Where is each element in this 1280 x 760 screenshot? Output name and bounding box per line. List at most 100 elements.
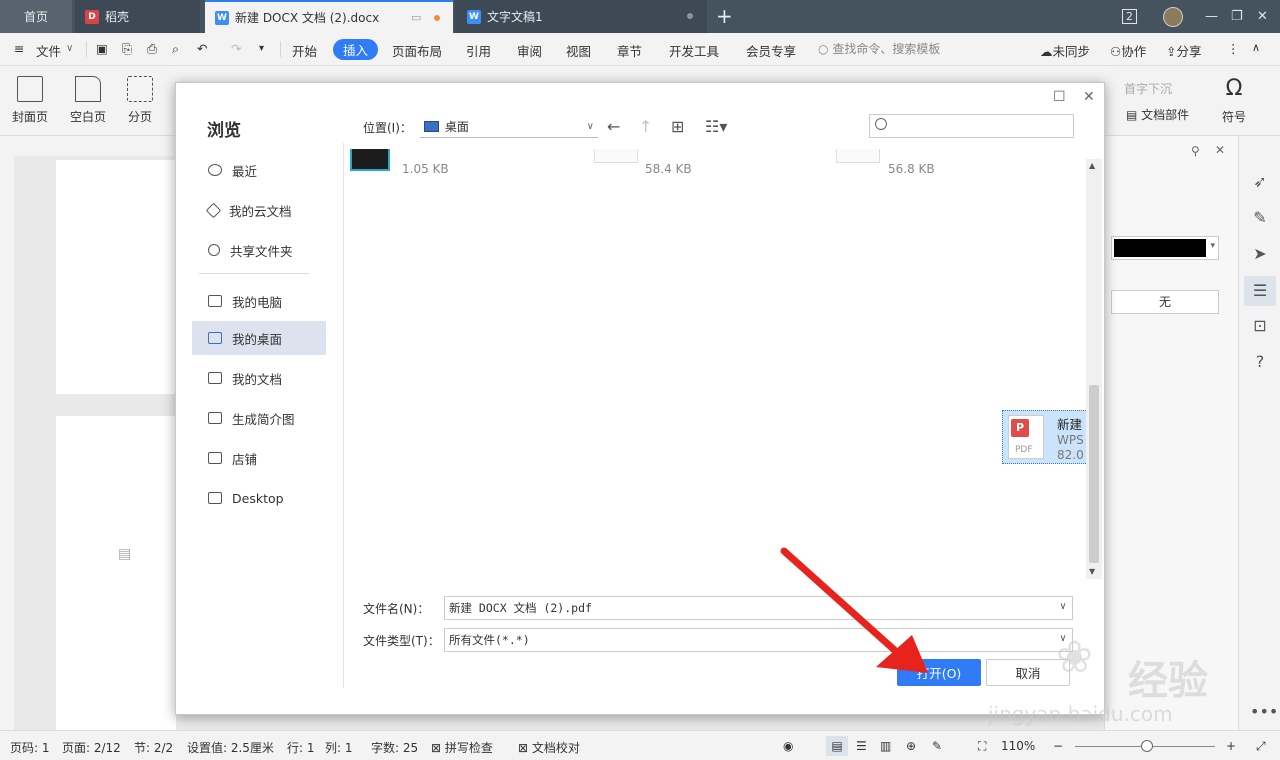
drop-cap-button[interactable]: 首字下沉 (1124, 80, 1172, 97)
hamburger-icon[interactable]: ≡ (14, 41, 24, 56)
more-icon[interactable]: ⋮ (1227, 41, 1240, 56)
minimize-button[interactable]: — (1205, 0, 1218, 33)
web-view-icon[interactable]: ⊕ (906, 739, 916, 753)
scroll-up-icon[interactable]: ▲ (1089, 161, 1095, 170)
menu-chapter[interactable]: 章节 (617, 41, 642, 60)
up-arrow-icon[interactable]: ↑ (639, 117, 652, 136)
zoom-out-icon[interactable]: − (1053, 739, 1063, 753)
chevron-down-icon[interactable]: ∨ (1060, 601, 1066, 612)
sidebar-item-shared[interactable]: 共享文件夹 (192, 233, 326, 267)
new-tab-button[interactable]: + (716, 4, 733, 28)
rocket-icon[interactable]: ➶ (1250, 172, 1270, 192)
tab-document-2[interactable]: W 文字文稿1 (455, 0, 707, 33)
reading-view-icon[interactable]: ▥ (880, 739, 891, 753)
redo-icon[interactable]: ↷ (231, 41, 241, 56)
location-select[interactable]: 桌面 ∨ (419, 116, 598, 138)
status-page-code[interactable]: 页码: 1 (10, 739, 50, 756)
print-icon[interactable]: ⎙ (147, 41, 157, 57)
blank-page-button[interactable]: 空白页 (70, 76, 106, 125)
more-dots-icon[interactable]: ••• (1250, 702, 1278, 722)
color-select[interactable]: ▾ (1111, 236, 1219, 260)
sidebar-item-store[interactable]: 店铺 (192, 441, 326, 475)
sidebar-item-recent[interactable]: 最近 (192, 153, 326, 187)
filename-input[interactable]: 新建 DOCX 文档 (2).pdf ∨ (444, 596, 1073, 620)
new-folder-icon[interactable]: ⊞ (671, 117, 684, 136)
menu-insert[interactable]: 插入 (333, 39, 379, 60)
proofread-button[interactable]: ⊠ 文档校对 (518, 739, 580, 756)
window-count-badge[interactable]: 2 (1122, 0, 1137, 33)
share-button[interactable]: ⇪分享 (1166, 41, 1202, 60)
zoom-in-icon[interactable]: + (1226, 739, 1236, 753)
settings-sliders-icon[interactable]: ☰ (1244, 276, 1276, 306)
view-mode-icon[interactable]: ☷▾ (705, 117, 727, 136)
page-view-icon[interactable]: ▤ (826, 736, 848, 756)
status-page[interactable]: 页面: 2/12 (62, 739, 121, 756)
sidebar-item-documents[interactable]: 我的文档 (192, 361, 326, 395)
menu-view[interactable]: 视图 (566, 41, 591, 60)
zoom-slider-thumb[interactable] (1141, 740, 1153, 752)
menu-reference[interactable]: 引用 (466, 41, 491, 60)
style-select[interactable]: 无 (1111, 290, 1219, 314)
chevron-down-icon[interactable]: ∨ (66, 43, 73, 54)
quick-access-chevron-icon[interactable]: ▾ (259, 43, 264, 54)
command-search[interactable]: ○ 查找命令、搜索模板 (818, 40, 940, 57)
menu-page-layout[interactable]: 页面布局 (392, 41, 442, 60)
status-setting[interactable]: 设置值: 2.5厘米 (187, 739, 274, 756)
filetype-select[interactable]: 所有文件(*.*) ∨ (444, 628, 1073, 652)
paragraph-icon[interactable]: ▤ (118, 546, 131, 562)
chevron-down-icon[interactable]: ∨ (1060, 633, 1066, 644)
restore-button[interactable]: ❐ (1231, 0, 1243, 33)
sidebar-item-cloud[interactable]: 我的云文档 (192, 193, 326, 227)
pen-icon[interactable]: ✎ (1250, 208, 1270, 228)
menu-member[interactable]: 会员专享 (746, 41, 796, 60)
back-arrow-icon[interactable]: ← (607, 117, 620, 136)
file-list[interactable]: 1.05 KB 58.4 KB 56.8 KB P PDF 新建 DOCX 文档… (344, 149, 1086, 574)
pin-icon[interactable]: ⚲ (1191, 144, 1200, 158)
sidebar-item-desktop-cn[interactable]: 我的桌面 (192, 321, 326, 355)
zoom-level[interactable]: 110% (1001, 739, 1035, 753)
collapse-ribbon-icon[interactable]: ∧ (1252, 41, 1260, 54)
file-search-input[interactable] (869, 114, 1074, 138)
tab-home[interactable]: 首页 (0, 0, 72, 33)
document-page[interactable] (56, 416, 176, 730)
page-break-button[interactable]: 分页 (127, 76, 153, 125)
file-thumbnail[interactable] (350, 149, 390, 171)
tab-document-active[interactable]: W 新建 DOCX 文档 (2).docx ▭ (205, 0, 453, 33)
status-words[interactable]: 字数: 25 (371, 739, 418, 756)
spell-check-button[interactable]: ⊠ 拼写检查 (431, 739, 493, 756)
fit-page-icon[interactable]: ⛶ (978, 739, 986, 754)
cancel-button[interactable]: 取消 (986, 659, 1070, 686)
avatar[interactable] (1163, 0, 1183, 33)
save-icon[interactable]: ▣ (96, 41, 108, 56)
eye-icon[interactable]: ◉ (783, 739, 793, 753)
undo-icon[interactable]: ↶ (197, 41, 207, 56)
outline-view-icon[interactable]: ☰ (856, 739, 867, 753)
file-item-selected[interactable]: P PDF 新建 DOCX 文档 (2).pdf WPS PDF 文档 82.0… (1002, 410, 1086, 464)
cover-page-button[interactable]: 封面页 (12, 76, 48, 125)
sync-button[interactable]: ☁未同步 (1040, 41, 1090, 60)
menu-dev-tools[interactable]: 开发工具 (669, 41, 719, 60)
inbox-icon[interactable]: ⊡ (1250, 316, 1270, 336)
cursor-icon[interactable]: ➤ (1250, 244, 1270, 264)
file-thumbnail[interactable] (594, 149, 638, 163)
close-button[interactable]: ✕ (1257, 0, 1268, 33)
menu-review[interactable]: 审阅 (517, 41, 542, 60)
doc-parts-button[interactable]: ▤ 文档部件 (1126, 106, 1189, 123)
panel-close-icon[interactable]: ✕ (1215, 143, 1225, 157)
help-icon[interactable]: ? (1250, 352, 1270, 372)
scroll-down-icon[interactable]: ▼ (1089, 567, 1095, 576)
document-page[interactable] (56, 160, 176, 394)
preview-icon[interactable]: ⌕ (172, 41, 179, 57)
file-thumbnail[interactable] (836, 149, 880, 163)
fullscreen-icon[interactable]: ⤢ (1256, 739, 1266, 754)
menu-start[interactable]: 开始 (292, 41, 317, 60)
sidebar-item-generate[interactable]: 生成简介图 (192, 401, 326, 435)
open-button[interactable]: 打开(O) (897, 659, 981, 686)
pen-mode-icon[interactable]: ✎ (932, 739, 942, 753)
export-icon[interactable]: ⎘ (122, 41, 132, 57)
maximize-icon[interactable]: ☐ (1053, 89, 1066, 105)
dialog-close-icon[interactable]: ✕ (1083, 89, 1095, 105)
tab-daoke[interactable]: D 稻壳 (75, 0, 200, 33)
tab-close-dot-icon[interactable] (687, 13, 693, 19)
symbol-button[interactable]: Ω 符号 (1222, 76, 1246, 125)
